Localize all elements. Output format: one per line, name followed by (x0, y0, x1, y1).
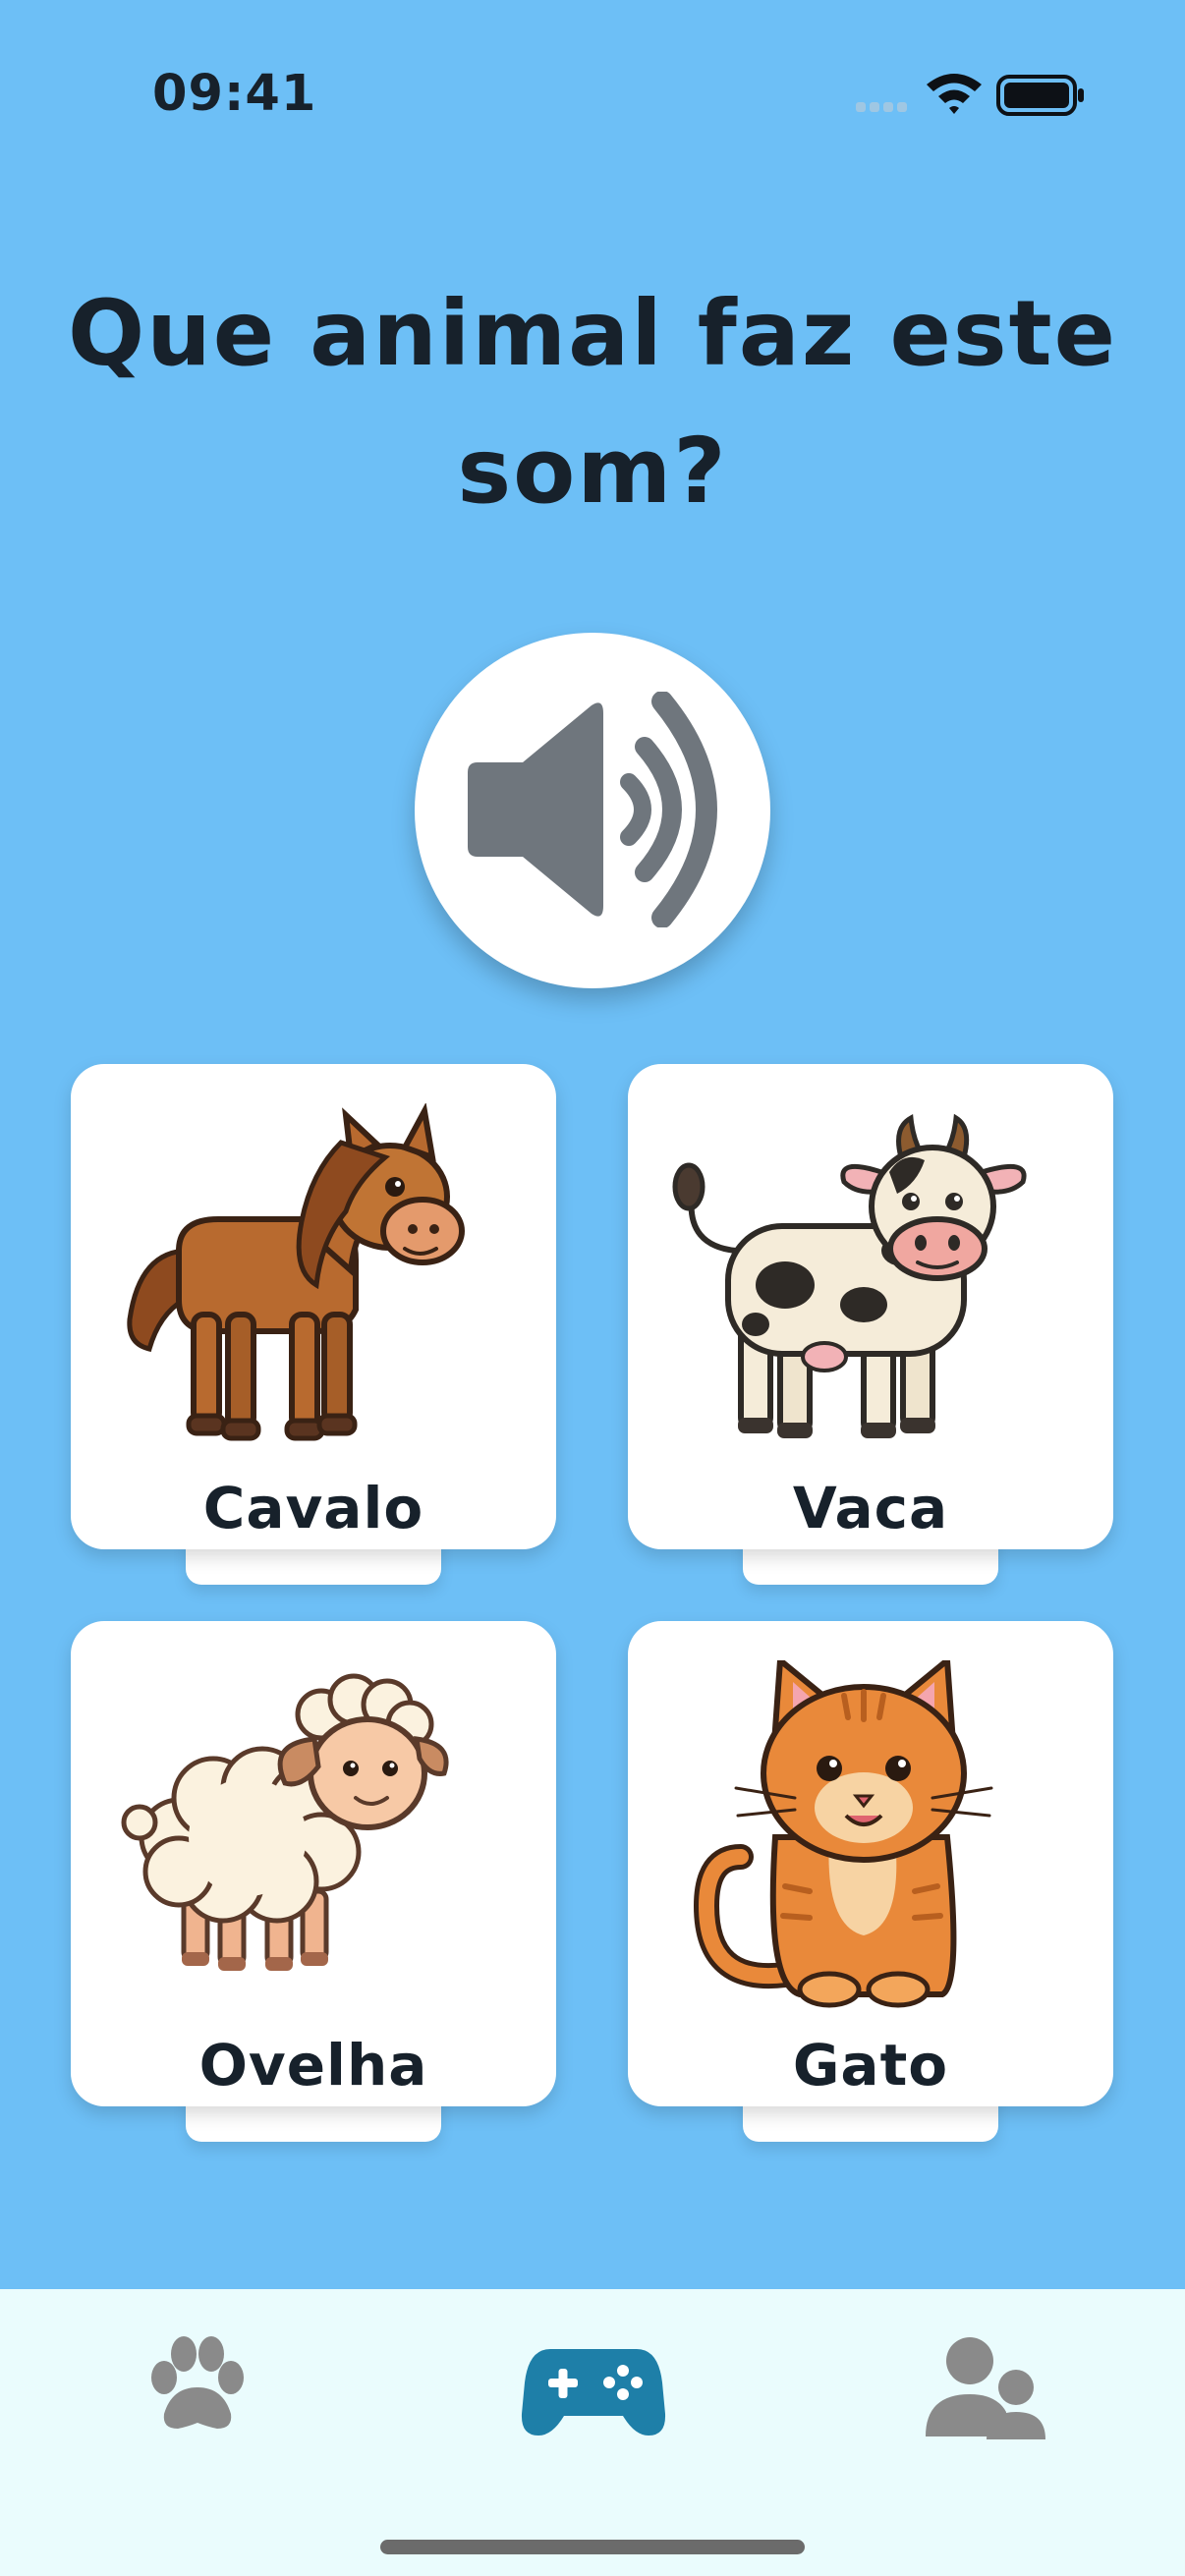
sheep-icon (121, 1673, 449, 1971)
horse-icon (127, 1103, 465, 1441)
status-icons (856, 69, 1092, 124)
option-label: Cavalo (202, 1475, 424, 1541)
wifi-icon (927, 74, 982, 114)
option-label: Vaca (792, 1475, 949, 1541)
option-card-ovelha[interactable]: Ovelha (71, 1621, 556, 2142)
cat-icon (693, 1660, 993, 2008)
option-card-gato[interactable]: Gato (628, 1621, 1113, 2142)
cow-icon (672, 1113, 1027, 1438)
option-label: Ovelha (198, 2032, 428, 2099)
gamepad-icon (521, 2349, 666, 2436)
speaker-icon (468, 692, 717, 927)
option-label: Gato (792, 2032, 949, 2099)
status-bar: 09:41 (0, 0, 1185, 196)
question-title: Que animal faz este som? (68, 281, 1117, 524)
tab-games[interactable] (521, 2343, 666, 2441)
battery-icon (996, 75, 1084, 116)
play-sound-button[interactable] (415, 633, 770, 988)
paw-icon (151, 2336, 244, 2429)
status-time: 09:41 (152, 65, 317, 123)
option-card-cavalo[interactable]: Cavalo (71, 1064, 556, 1585)
tab-profiles[interactable] (926, 2333, 1048, 2445)
cellular-signal-icon (856, 102, 907, 112)
home-indicator (380, 2540, 805, 2554)
tab-animals[interactable] (142, 2330, 251, 2442)
users-icon (926, 2337, 1045, 2439)
option-card-vaca[interactable]: Vaca (628, 1064, 1113, 1585)
